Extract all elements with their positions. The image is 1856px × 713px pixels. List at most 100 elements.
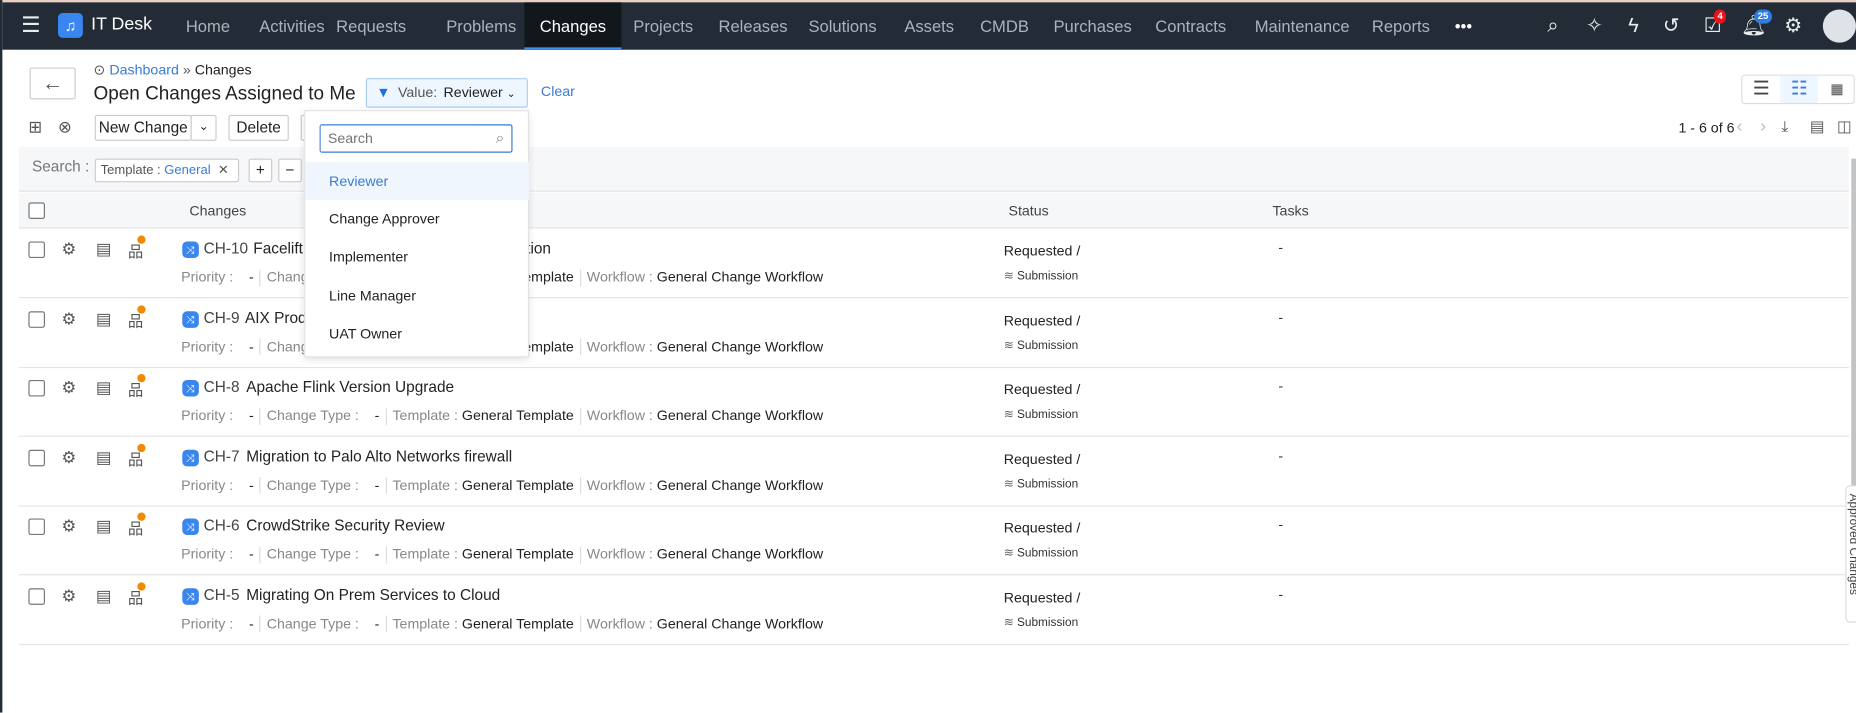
notes-icon[interactable]: ▤ [96,447,112,467]
template-filter-chip[interactable]: Template : General ✕ [94,158,240,183]
nav-more-icon[interactable]: ••• [1439,2,1487,49]
next-page-icon[interactable]: › [1760,116,1766,136]
column-settings-icon[interactable]: ◫ [1837,117,1852,136]
chip-value: General [164,163,211,178]
select-all-checkbox[interactable] [28,202,45,219]
row-checkbox[interactable] [28,449,45,466]
workflow-icon[interactable]: 品 [128,374,146,400]
workflow-icon[interactable]: 品 [128,512,146,538]
nav-tab-releases[interactable]: Releases [703,2,803,49]
change-id[interactable]: CH-9 [204,308,240,326]
table-settings-icon[interactable]: ⊞ [28,117,42,137]
clear-search-icon[interactable]: ⊗ [58,117,72,137]
row-checkbox[interactable] [28,518,45,536]
quick-create-icon[interactable]: ✧ [1583,14,1607,38]
row-settings-gear-icon[interactable]: ⚙ [62,516,77,536]
change-id[interactable]: CH-10 [204,239,248,257]
nav-tab-changes[interactable]: Changes [524,2,622,50]
nav-tab-maintenance[interactable]: Maintenance [1239,2,1365,49]
row-settings-gear-icon[interactable]: ⚙ [62,308,77,328]
column-header-status[interactable]: Status [1008,202,1048,219]
row-settings-gear-icon[interactable]: ⚙ [62,585,77,605]
app-title[interactable]: IT Desk [91,14,152,34]
table-row[interactable]: ⚙ ▤ 品 ⤨ CH-9 AIX Production Server Upgra… [18,298,1849,368]
nav-tab-requests[interactable]: Requests [321,2,422,49]
table-row[interactable]: ⚙ ▤ 品 ⤨ CH-5 Migrating On Prem Services … [18,575,1849,645]
row-settings-gear-icon[interactable]: ⚙ [62,239,77,259]
approved-changes-side-tab[interactable]: Approved Changes [1845,485,1856,623]
change-title[interactable]: Migration to Palo Alto Networks firewall [246,447,512,465]
workflow-icon[interactable]: 品 [128,235,146,261]
new-change-button[interactable]: New Change [94,114,192,141]
dropdown-search-field[interactable] [320,125,475,152]
row-settings-gear-icon[interactable]: ⚙ [62,447,77,467]
avatar[interactable] [1822,9,1856,43]
notes-icon[interactable]: ▤ [96,378,112,398]
change-title[interactable]: Migrating On Prem Services to Cloud [246,585,500,603]
row-checkbox[interactable] [28,241,45,259]
row-checkbox[interactable] [28,310,45,328]
workflow-icon[interactable]: 品 [128,304,146,330]
change-id[interactable]: CH-8 [204,378,240,396]
change-id[interactable]: CH-7 [204,447,240,465]
back-button[interactable]: ← [29,67,76,100]
dropdown-option-uat-owner[interactable]: UAT Owner [305,315,529,353]
column-header-changes[interactable]: Changes [189,202,246,219]
table-row[interactable]: ⚙ ▤ 品 ⤨ CH-7 Migration to Palo Alto Netw… [18,436,1849,507]
calendar-view-icon[interactable]: ▦ [1818,76,1856,103]
nav-tab-purchases[interactable]: Purchases [1038,2,1147,49]
table-row[interactable]: ⚙ ▤ 品 ⤨ CH-6 CrowdStrike Security Review… [18,505,1849,576]
nav-tab-cmdb[interactable]: CMDB [965,2,1045,49]
view-switcher: ☰ ☷ ▦ [1741,74,1856,105]
add-criteria-button[interactable]: + [248,158,273,183]
search-icon[interactable]: ⌕ [1541,14,1565,38]
nav-tab-home[interactable]: Home [170,2,245,49]
close-icon[interactable]: ✕ [218,163,229,177]
notes-icon[interactable]: ▤ [96,239,112,259]
nav-tab-reports[interactable]: Reports [1356,2,1445,49]
clear-filter-link[interactable]: Clear [541,83,575,100]
dropdown-option-change-approver[interactable]: Change Approver [305,200,529,238]
change-id[interactable]: CH-6 [204,516,240,534]
remove-criteria-button[interactable]: − [278,158,302,183]
dropdown-search-input[interactable]: ⌕ [319,124,513,153]
nav-tab-contracts[interactable]: Contracts [1140,2,1242,49]
change-title[interactable]: Apache Flink Version Upgrade [246,378,454,396]
nav-tab-projects[interactable]: Projects [618,2,709,49]
filter-value-dropdown: ⌕ ReviewerChange ApproverImplementerLine… [304,110,530,358]
change-title[interactable]: CrowdStrike Security Review [246,516,444,534]
nav-tab-solutions[interactable]: Solutions [793,2,892,49]
settings-gear-icon[interactable]: ⚙ [1781,14,1805,38]
lightning-icon[interactable]: ϟ [1622,14,1646,38]
download-icon[interactable]: ⤓ [1781,117,1788,136]
new-change-dropdown-chevron-icon[interactable]: ⌄ [190,114,217,141]
dropdown-option-line-manager[interactable]: Line Manager [305,276,529,314]
notes-icon[interactable]: ▤ [96,585,112,605]
column-header-tasks[interactable]: Tasks [1272,202,1308,219]
notes-icon[interactable]: ▤ [96,516,112,536]
table-row[interactable]: ⚙ ▤ 品 ⤨ CH-10 Facelift of Change Managem… [18,228,1849,299]
dropdown-option-implementer[interactable]: Implementer [305,238,529,276]
previous-page-icon[interactable]: ‹ [1736,116,1742,136]
workflow-icon[interactable]: 品 [128,581,146,607]
change-id[interactable]: CH-5 [204,585,240,603]
notes-icon[interactable]: ▤ [96,308,112,328]
list-view-icon[interactable]: ☰ [1742,76,1780,103]
workflow-icon[interactable]: 品 [128,443,146,469]
nav-tab-problems[interactable]: Problems [431,2,532,49]
dropdown-option-reviewer[interactable]: Reviewer [305,162,530,201]
stage-label: Submission [1016,616,1079,630]
filter-value-button[interactable]: ▼ Value: Reviewer ⌄ [365,78,528,108]
nav-tab-assets[interactable]: Assets [889,2,970,49]
row-checkbox[interactable] [28,587,45,605]
table-row[interactable]: ⚙ ▤ 品 ⤨ CH-8 Apache Flink Version Upgrad… [18,367,1849,437]
scrollbar-thumb[interactable] [1851,158,1856,502]
detailed-list-view-icon[interactable]: ☷ [1780,75,1819,103]
hamburger-menu-icon[interactable]: ☰ [21,14,40,35]
column-color-icon[interactable]: ▤ [1810,117,1825,136]
delete-button[interactable]: Delete [228,114,289,141]
breadcrumb-dashboard-link[interactable]: Dashboard [109,62,179,79]
history-icon[interactable]: ↺ [1660,14,1684,38]
row-checkbox[interactable] [28,379,45,397]
row-settings-gear-icon[interactable]: ⚙ [62,378,77,398]
